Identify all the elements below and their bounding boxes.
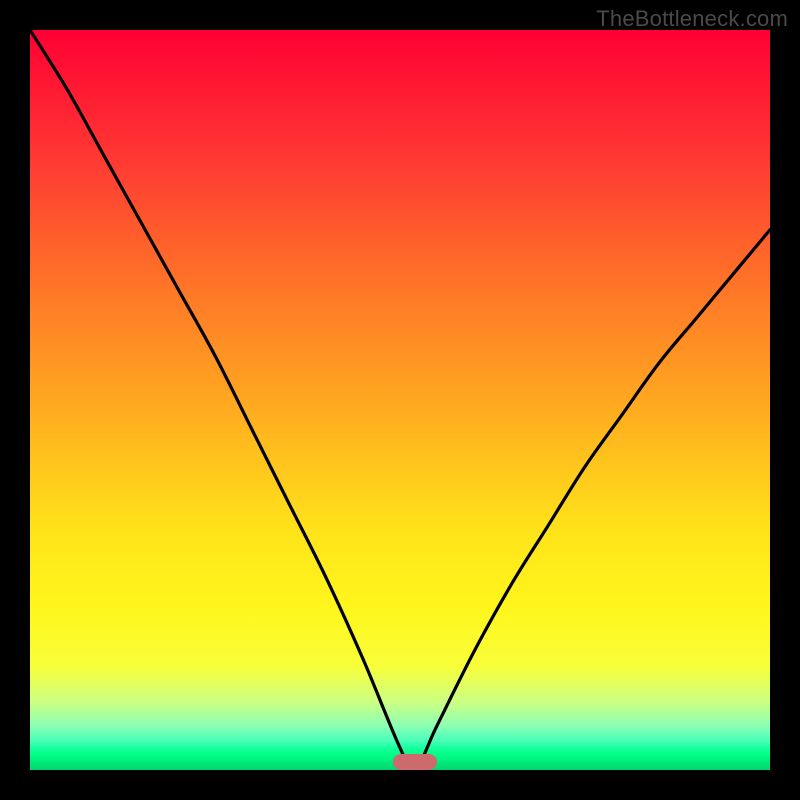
bottleneck-curve-path — [30, 30, 770, 770]
chart-frame: TheBottleneck.com — [0, 0, 800, 800]
bottleneck-curve — [30, 30, 770, 770]
watermark-text: TheBottleneck.com — [596, 6, 788, 32]
optimal-point-marker — [393, 754, 437, 770]
plot-area — [30, 30, 770, 770]
